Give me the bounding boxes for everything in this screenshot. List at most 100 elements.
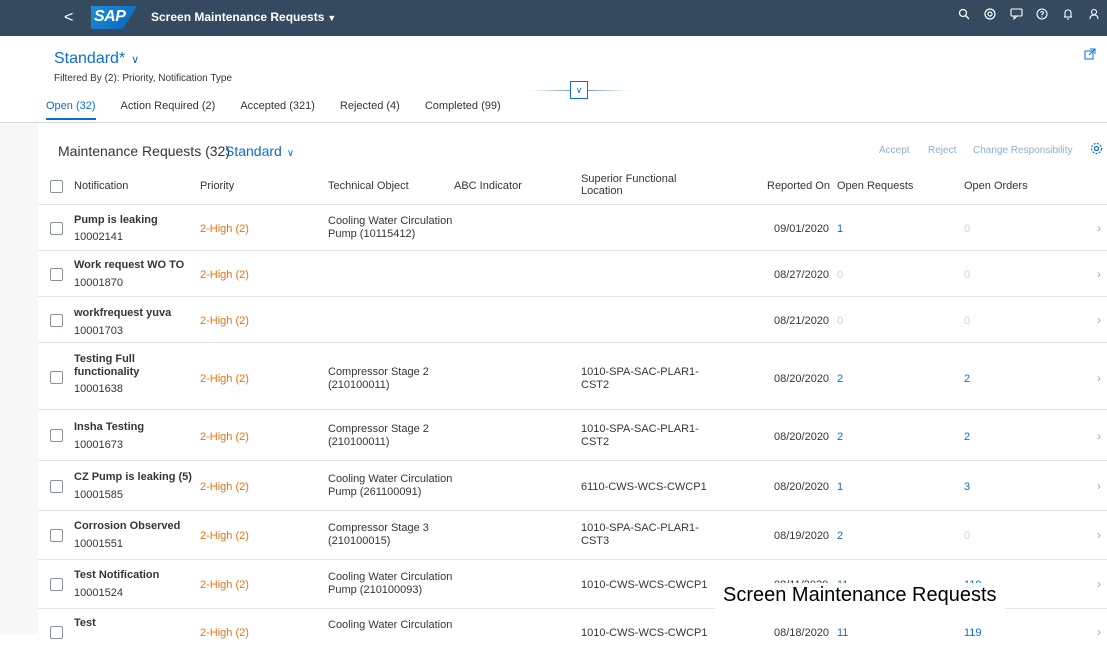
search-icon[interactable] xyxy=(951,8,977,23)
tab-completed[interactable]: Completed (99) xyxy=(425,100,501,120)
back-button[interactable]: < xyxy=(64,9,73,27)
row-navigation-icon[interactable]: › xyxy=(1097,313,1101,327)
open-orders-link[interactable]: 0 xyxy=(964,315,970,327)
open-orders-link[interactable]: 2 xyxy=(964,373,970,385)
row-checkbox[interactable] xyxy=(50,578,63,591)
table-row[interactable]: Test 2-High (2) Cooling Water Circulatio… xyxy=(38,609,1107,649)
table-row[interactable]: Corrosion Observed 10001551 2-High (2) C… xyxy=(38,511,1107,560)
row-navigation-icon[interactable]: › xyxy=(1097,625,1101,639)
row-navigation-icon[interactable]: › xyxy=(1097,528,1101,542)
col-technical-object[interactable]: Technical Object xyxy=(328,180,409,192)
open-requests-link[interactable]: 11 xyxy=(837,627,848,639)
priority: 2-High (2) xyxy=(200,223,249,235)
caret-down-icon: ▼ xyxy=(327,13,337,23)
col-priority[interactable]: Priority xyxy=(200,180,234,192)
open-requests-link[interactable]: 1 xyxy=(837,223,843,235)
technical-object: Cooling Water Circulation xyxy=(328,619,453,631)
notification-id: 10002141 xyxy=(74,231,123,243)
technical-object: Compressor Stage 2 (210100011) xyxy=(328,366,429,391)
open-orders-link[interactable]: 3 xyxy=(964,481,970,493)
open-orders-link[interactable]: 2 xyxy=(964,431,970,443)
shell-bar: < SAP Screen Maintenance Requests ▼ xyxy=(0,0,1107,36)
functional-location: 1010-SPA-SAC-PLAR1-CST3 xyxy=(581,522,699,547)
reported-on: 08/20/2020 xyxy=(774,373,830,385)
open-orders-link[interactable]: 0 xyxy=(964,530,970,542)
settings-icon[interactable] xyxy=(1090,142,1103,158)
row-checkbox[interactable] xyxy=(50,314,63,327)
technical-object: Compressor Stage 2 (210100011) xyxy=(328,423,429,448)
table-row[interactable]: Testing Full functionality 10001638 2-Hi… xyxy=(38,343,1107,410)
user-icon[interactable] xyxy=(1081,8,1107,23)
priority: 2-High (2) xyxy=(200,315,249,327)
open-requests-link[interactable]: 0 xyxy=(837,315,843,327)
tab-rejected[interactable]: Rejected (4) xyxy=(340,100,400,120)
table-row[interactable]: Work request WO TO 10001870 2-High (2) 0… xyxy=(38,251,1107,297)
table-toolbar: Maintenance Requests (32) Standard ∨ Acce… xyxy=(38,123,1107,168)
tab-accepted[interactable]: Accepted (321) xyxy=(240,100,315,120)
priority: 2-High (2) xyxy=(200,579,249,591)
table-row[interactable]: workfrequest yuva 10001703 2-High (2) 08… xyxy=(38,297,1107,343)
notifications-chat-icon[interactable] xyxy=(1003,8,1029,23)
table-variant-select[interactable]: Standard ∨ xyxy=(225,143,294,159)
notification-title: Insha Testing xyxy=(74,421,145,433)
row-checkbox[interactable] xyxy=(50,626,63,639)
table-row[interactable]: CZ Pump is leaking (5) 10001585 2-High (… xyxy=(38,461,1107,511)
col-notification[interactable]: Notification xyxy=(74,180,128,192)
open-orders-link[interactable]: 0 xyxy=(964,269,970,281)
table-header: Notification Priority Technical Object A… xyxy=(38,168,1107,205)
col-open-orders[interactable]: Open Orders xyxy=(964,180,1028,192)
reject-button[interactable]: Reject xyxy=(928,145,956,156)
select-all-checkbox[interactable] xyxy=(50,180,63,193)
copilot-icon[interactable] xyxy=(977,8,1003,23)
row-checkbox[interactable] xyxy=(50,480,63,493)
chevron-down-icon: ∨ xyxy=(286,148,295,159)
row-checkbox[interactable] xyxy=(50,268,63,281)
notification-title: Corrosion Observed xyxy=(74,520,181,532)
col-superior-functional-location[interactable]: Superior Functional Location xyxy=(581,173,681,197)
app-title-menu[interactable]: Screen Maintenance Requests ▼ xyxy=(151,10,336,24)
row-checkbox[interactable] xyxy=(50,529,63,542)
open-requests-link[interactable]: 2 xyxy=(837,530,843,542)
notification-title: Work request WO TO xyxy=(74,259,185,271)
row-checkbox[interactable] xyxy=(50,222,63,235)
help-icon[interactable] xyxy=(1029,8,1055,23)
tab-open[interactable]: Open (32) xyxy=(46,100,96,120)
shell-actions xyxy=(951,8,1107,23)
open-requests-link[interactable]: 0 xyxy=(837,269,843,281)
open-requests-link[interactable]: 2 xyxy=(837,373,843,385)
notification-id: 10001551 xyxy=(74,538,123,550)
row-navigation-icon[interactable]: › xyxy=(1097,479,1101,493)
sap-logo[interactable]: SAP xyxy=(91,6,137,29)
row-navigation-icon[interactable]: › xyxy=(1097,221,1101,235)
collapse-header-button[interactable]: ∨ xyxy=(570,81,588,99)
open-requests-link[interactable]: 1 xyxy=(837,481,843,493)
bell-icon[interactable] xyxy=(1055,8,1081,23)
filtered-by-text: Filtered By (2): Priority, Notification … xyxy=(54,73,233,84)
open-requests-link[interactable]: 2 xyxy=(837,431,843,443)
priority: 2-High (2) xyxy=(200,269,249,281)
row-checkbox[interactable] xyxy=(50,429,63,442)
row-navigation-icon[interactable]: › xyxy=(1097,577,1101,591)
col-reported-on[interactable]: Reported On xyxy=(767,180,830,192)
reported-on: 08/21/2020 xyxy=(774,315,830,327)
col-abc-indicator[interactable]: ABC Indicator xyxy=(454,180,522,192)
change-responsibility-button[interactable]: Change Responsibility xyxy=(973,145,1073,156)
row-navigation-icon[interactable]: › xyxy=(1097,429,1101,443)
notification-title: workfrequest yuva xyxy=(74,307,172,319)
open-orders-link[interactable]: 0 xyxy=(964,223,970,235)
table-title: Maintenance Requests (32) xyxy=(58,143,230,159)
accept-button[interactable]: Accept xyxy=(879,145,910,156)
table-row[interactable]: Insha Testing 10001673 2-High (2) Compre… xyxy=(38,410,1107,461)
row-navigation-icon[interactable]: › xyxy=(1097,371,1101,385)
reported-on: 08/20/2020 xyxy=(774,431,830,443)
share-icon[interactable] xyxy=(1084,48,1096,63)
reported-on: 08/20/2020 xyxy=(774,481,830,493)
col-open-requests[interactable]: Open Requests xyxy=(837,180,913,192)
open-orders-link[interactable]: 119 xyxy=(964,627,982,639)
variant-management[interactable]: Standard* ∨ xyxy=(54,50,139,68)
tab-action-required[interactable]: Action Required (2) xyxy=(121,100,216,120)
row-checkbox[interactable] xyxy=(50,371,63,384)
caption-overlay: Screen Maintenance Requests xyxy=(715,583,1005,611)
row-navigation-icon[interactable]: › xyxy=(1097,267,1101,281)
table-row[interactable]: Pump is leaking 10002141 2-High (2) Cool… xyxy=(38,205,1107,251)
